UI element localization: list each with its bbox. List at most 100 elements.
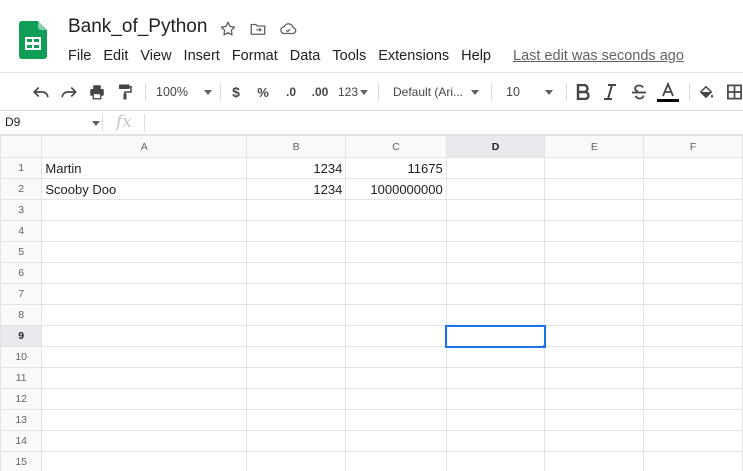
- decrease-decimal-button[interactable]: .0: [281, 81, 301, 103]
- cell-d5[interactable]: [445, 241, 546, 263]
- cell-f14[interactable]: [643, 430, 743, 452]
- cell-c1[interactable]: 11675: [345, 157, 447, 179]
- cell-a14[interactable]: [41, 430, 247, 452]
- row-header[interactable]: 14: [0, 430, 43, 452]
- currency-format-button[interactable]: $: [229, 81, 243, 103]
- cell-a8[interactable]: [41, 304, 247, 326]
- font-size-select[interactable]: 10: [506, 81, 556, 103]
- star-icon[interactable]: [218, 19, 238, 39]
- cell-d9[interactable]: [445, 324, 546, 348]
- cell-e5[interactable]: [544, 241, 645, 263]
- cell-d11[interactable]: [445, 367, 546, 389]
- cell-d2[interactable]: [445, 178, 546, 200]
- select-all-corner[interactable]: [0, 135, 43, 158]
- row-header[interactable]: 1: [0, 157, 43, 179]
- column-header-c[interactable]: C: [345, 135, 447, 158]
- cell-b9[interactable]: [245, 325, 347, 347]
- document-title[interactable]: Bank_of_Python: [68, 16, 207, 38]
- cell-e14[interactable]: [544, 430, 645, 452]
- cell-f1[interactable]: [643, 157, 743, 179]
- cell-a7[interactable]: [41, 283, 247, 305]
- column-header-b[interactable]: B: [245, 135, 347, 158]
- menu-file[interactable]: File: [62, 46, 97, 66]
- cell-a3[interactable]: [41, 199, 247, 221]
- cell-b14[interactable]: [245, 430, 347, 452]
- row-header[interactable]: 11: [0, 367, 43, 389]
- cell-a12[interactable]: [41, 388, 247, 410]
- cell-b2[interactable]: 1234: [245, 178, 347, 200]
- cell-f9[interactable]: [643, 325, 743, 347]
- row-header[interactable]: 9: [0, 325, 43, 347]
- cell-b7[interactable]: [245, 283, 347, 305]
- menu-insert[interactable]: Insert: [178, 46, 226, 66]
- cell-b15[interactable]: [245, 451, 347, 471]
- cell-b6[interactable]: [245, 262, 347, 284]
- cell-a10[interactable]: [41, 346, 247, 368]
- increase-decimal-button[interactable]: .00: [309, 81, 331, 103]
- column-header-f[interactable]: F: [643, 135, 743, 158]
- cell-f5[interactable]: [643, 241, 743, 263]
- cell-b1[interactable]: 1234: [245, 157, 347, 179]
- cell-d7[interactable]: [445, 283, 546, 305]
- cell-c15[interactable]: [345, 451, 447, 471]
- zoom-select[interactable]: 100%: [156, 81, 212, 103]
- cell-f4[interactable]: [643, 220, 743, 242]
- cell-c14[interactable]: [345, 430, 447, 452]
- cell-c11[interactable]: [345, 367, 447, 389]
- cell-d13[interactable]: [445, 409, 546, 431]
- cell-e11[interactable]: [544, 367, 645, 389]
- cell-a4[interactable]: [41, 220, 247, 242]
- last-edit-link[interactable]: Last edit was seconds ago: [507, 46, 690, 66]
- cell-a11[interactable]: [41, 367, 247, 389]
- cell-a6[interactable]: [41, 262, 247, 284]
- cell-f6[interactable]: [643, 262, 743, 284]
- cell-a5[interactable]: [41, 241, 247, 263]
- cell-f12[interactable]: [643, 388, 743, 410]
- row-header[interactable]: 12: [0, 388, 43, 410]
- column-header-d[interactable]: D: [445, 135, 546, 158]
- cell-d14[interactable]: [445, 430, 546, 452]
- menu-data[interactable]: Data: [284, 46, 327, 66]
- cell-c4[interactable]: [345, 220, 447, 242]
- cell-e10[interactable]: [544, 346, 645, 368]
- cell-e13[interactable]: [544, 409, 645, 431]
- cell-c10[interactable]: [345, 346, 447, 368]
- fill-color-icon[interactable]: [697, 81, 715, 103]
- cell-f11[interactable]: [643, 367, 743, 389]
- cloud-saved-icon[interactable]: [278, 19, 298, 39]
- cell-f3[interactable]: [643, 199, 743, 221]
- cell-d6[interactable]: [445, 262, 546, 284]
- cell-e6[interactable]: [544, 262, 645, 284]
- cell-b12[interactable]: [245, 388, 347, 410]
- cell-e1[interactable]: [544, 157, 645, 179]
- move-to-folder-icon[interactable]: [248, 19, 268, 39]
- cell-a15[interactable]: [41, 451, 247, 471]
- cell-c13[interactable]: [345, 409, 447, 431]
- borders-icon[interactable]: [726, 81, 743, 103]
- paint-format-icon[interactable]: [115, 81, 135, 103]
- strikethrough-icon[interactable]: [630, 81, 648, 103]
- menu-extensions[interactable]: Extensions: [372, 46, 455, 66]
- row-header[interactable]: 6: [0, 262, 43, 284]
- cell-d4[interactable]: [445, 220, 546, 242]
- menu-view[interactable]: View: [134, 46, 177, 66]
- cell-f13[interactable]: [643, 409, 743, 431]
- cell-f10[interactable]: [643, 346, 743, 368]
- formula-input[interactable]: [150, 115, 735, 131]
- cell-f7[interactable]: [643, 283, 743, 305]
- print-icon[interactable]: [87, 81, 107, 103]
- cell-e7[interactable]: [544, 283, 645, 305]
- name-box[interactable]: D9: [5, 115, 20, 129]
- cell-c6[interactable]: [345, 262, 447, 284]
- redo-icon[interactable]: [59, 81, 79, 103]
- cell-c3[interactable]: [345, 199, 447, 221]
- cell-f15[interactable]: [643, 451, 743, 471]
- menu-format[interactable]: Format: [226, 46, 284, 66]
- cell-d3[interactable]: [445, 199, 546, 221]
- column-header-a[interactable]: A: [41, 135, 247, 158]
- menu-edit[interactable]: Edit: [97, 46, 134, 66]
- cell-b8[interactable]: [245, 304, 347, 326]
- cell-c12[interactable]: [345, 388, 447, 410]
- cell-c9[interactable]: [345, 325, 447, 347]
- percent-format-button[interactable]: %: [256, 81, 270, 103]
